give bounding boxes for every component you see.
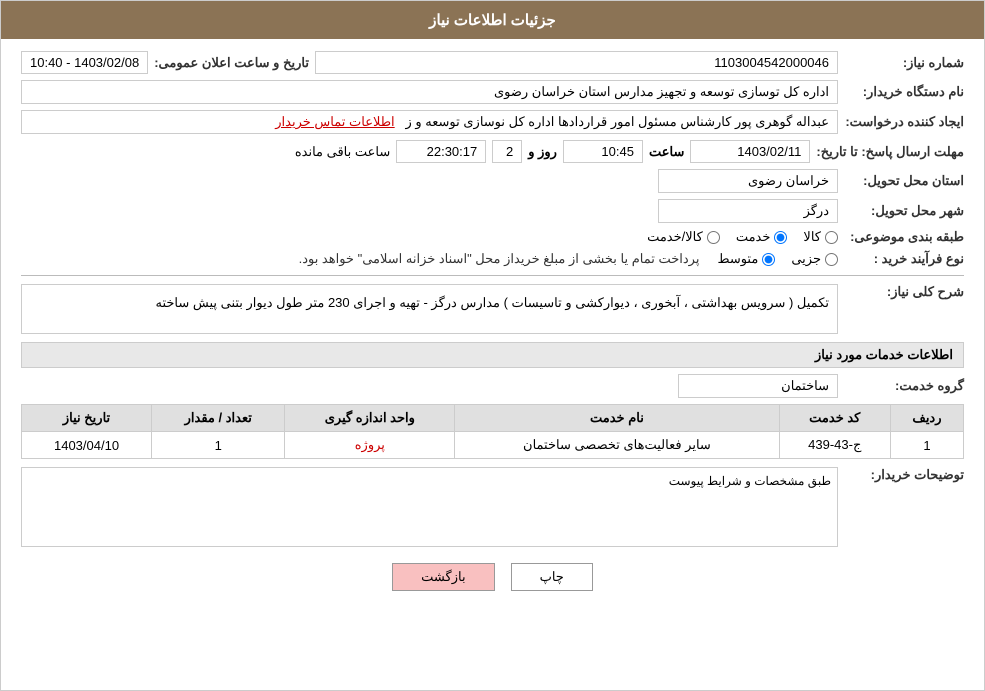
category-khadamat-label: خدمت <box>736 229 771 245</box>
unit-link[interactable]: پروژه <box>355 437 385 452</box>
print-button[interactable]: چاپ <box>511 563 593 591</box>
service-group-label: گروه خدمت: <box>844 378 964 394</box>
province-value: خراسان رضوی <box>658 169 838 193</box>
send-date-label: مهلت ارسال پاسخ: تا تاریخ: <box>816 144 964 160</box>
table-header-row: ردیف کد خدمت نام خدمت واحد اندازه گیری ت… <box>22 405 964 432</box>
service-group-value: ساختمان <box>678 374 838 398</box>
back-button[interactable]: بازگشت <box>392 563 494 591</box>
purchase-motavaset-radio[interactable] <box>762 253 775 266</box>
purchase-type-note: پرداخت تمام یا بخشی از مبلغ خریداز محل "… <box>299 251 700 267</box>
city-value: درگز <box>658 199 838 223</box>
creator-row: ایجاد کننده درخواست: عبداله گوهری پور کا… <box>21 110 964 134</box>
category-kala-khadamat[interactable]: کالا/خدمت <box>647 229 720 245</box>
category-radio-group: کالا خدمت کالا/خدمت <box>647 229 838 245</box>
announce-date-label: تاریخ و ساعت اعلان عمومی: <box>154 55 309 71</box>
col-code: کد خدمت <box>779 405 890 432</box>
buyer-notes-label: توضیحات خریدار: <box>844 467 964 483</box>
col-date: تاریخ نیاز <box>22 405 152 432</box>
send-time-label: ساعت <box>649 144 684 160</box>
creator-contact-link[interactable]: اطلاعات تماس خریدار <box>275 114 394 129</box>
purchase-motavaset[interactable]: متوسط <box>717 251 775 267</box>
request-number-row: شماره نیاز: 1103004542000046 تاریخ و ساع… <box>21 51 964 74</box>
cell-code: ج-43-439 <box>779 432 890 459</box>
send-date-row: مهلت ارسال پاسخ: تا تاریخ: 1403/02/11 سا… <box>21 140 964 163</box>
page-title: جزئیات اطلاعات نیاز <box>429 12 556 29</box>
content-area: شماره نیاز: 1103004542000046 تاریخ و ساع… <box>1 39 984 619</box>
cell-row: 1 <box>890 432 963 459</box>
services-section-title: اطلاعات خدمات مورد نیاز <box>21 342 964 368</box>
creator-label: ایجاد کننده درخواست: <box>844 114 964 130</box>
category-kala-label: کالا <box>803 229 821 245</box>
send-time-value: 10:45 <box>563 140 643 163</box>
table-row: 1 ج-43-439 سایر فعالیت‌های تخصصی ساختمان… <box>22 432 964 459</box>
province-label: استان محل تحویل: <box>844 173 964 189</box>
page-container: جزئیات اطلاعات نیاز شماره نیاز: 11030045… <box>0 0 985 691</box>
creator-value: عبداله گوهری پور کارشناس مسئول امور قرار… <box>21 110 838 134</box>
purchase-type-radio-group: جزیی متوسط <box>717 251 838 267</box>
category-kala-khadamat-radio[interactable] <box>707 231 720 244</box>
category-kala-khadamat-label: کالا/خدمت <box>647 229 703 245</box>
buyer-notes-value: طبق مشخصات و شرایط پیوست <box>21 467 838 547</box>
request-number-value: 1103004542000046 <box>315 51 838 74</box>
buyer-org-value: اداره کل توسازی توسعه و تجهیز مدارس استا… <box>21 80 838 104</box>
page-header: جزئیات اطلاعات نیاز <box>1 1 984 39</box>
buyer-org-label: نام دستگاه خریدار: <box>844 84 964 100</box>
province-row: استان محل تحویل: خراسان رضوی <box>21 169 964 193</box>
purchase-type-label: نوع فرآیند خرید : <box>844 251 964 267</box>
category-khadamat-radio[interactable] <box>774 231 787 244</box>
cell-count: 1 <box>152 432 285 459</box>
col-row: ردیف <box>890 405 963 432</box>
days-label: روز و <box>528 144 557 160</box>
col-name: نام خدمت <box>455 405 779 432</box>
category-kala-radio[interactable] <box>825 231 838 244</box>
col-unit: واحد اندازه گیری <box>285 405 455 432</box>
cell-date: 1403/04/10 <box>22 432 152 459</box>
purchase-jozii-radio[interactable] <box>825 253 838 266</box>
description-value: تکمیل ( سرویس بهداشتی ، آبخوری ، دیوارکش… <box>21 284 838 334</box>
request-number-label: شماره نیاز: <box>844 55 964 71</box>
send-days-value: 2 <box>492 140 522 163</box>
remaining-time-value: 22:30:17 <box>396 140 486 163</box>
bottom-buttons: چاپ بازگشت <box>21 563 964 607</box>
category-khadamat[interactable]: خدمت <box>736 229 788 245</box>
buyer-notes-row: توضیحات خریدار: طبق مشخصات و شرایط پیوست <box>21 467 964 547</box>
remaining-label: ساعت باقی مانده <box>295 144 390 160</box>
purchase-type-row: نوع فرآیند خرید : جزیی متوسط پرداخت تمام… <box>21 251 964 267</box>
description-row: شرح کلی نیاز: تکمیل ( سرویس بهداشتی ، آب… <box>21 284 964 334</box>
description-label: شرح کلی نیاز: <box>844 284 964 300</box>
city-label: شهر محل تحویل: <box>844 203 964 219</box>
cell-name: سایر فعالیت‌های تخصصی ساختمان <box>455 432 779 459</box>
category-label: طبقه بندی موضوعی: <box>844 229 964 245</box>
buyer-org-row: نام دستگاه خریدار: اداره کل توسازی توسعه… <box>21 80 964 104</box>
category-kala[interactable]: کالا <box>803 229 838 245</box>
services-table: ردیف کد خدمت نام خدمت واحد اندازه گیری ت… <box>21 404 964 459</box>
col-count: تعداد / مقدار <box>152 405 285 432</box>
service-group-row: گروه خدمت: ساختمان <box>21 374 964 398</box>
announce-date-value: 1403/02/08 - 10:40 <box>21 51 148 74</box>
category-row: طبقه بندی موضوعی: کالا خدمت کالا/خدمت <box>21 229 964 245</box>
purchase-jozii-label: جزیی <box>791 251 821 267</box>
send-date-value: 1403/02/11 <box>690 140 810 163</box>
purchase-motavaset-label: متوسط <box>717 251 758 267</box>
purchase-jozii[interactable]: جزیی <box>791 251 838 267</box>
city-row: شهر محل تحویل: درگز <box>21 199 964 223</box>
divider-1 <box>21 275 964 276</box>
cell-unit: پروژه <box>285 432 455 459</box>
